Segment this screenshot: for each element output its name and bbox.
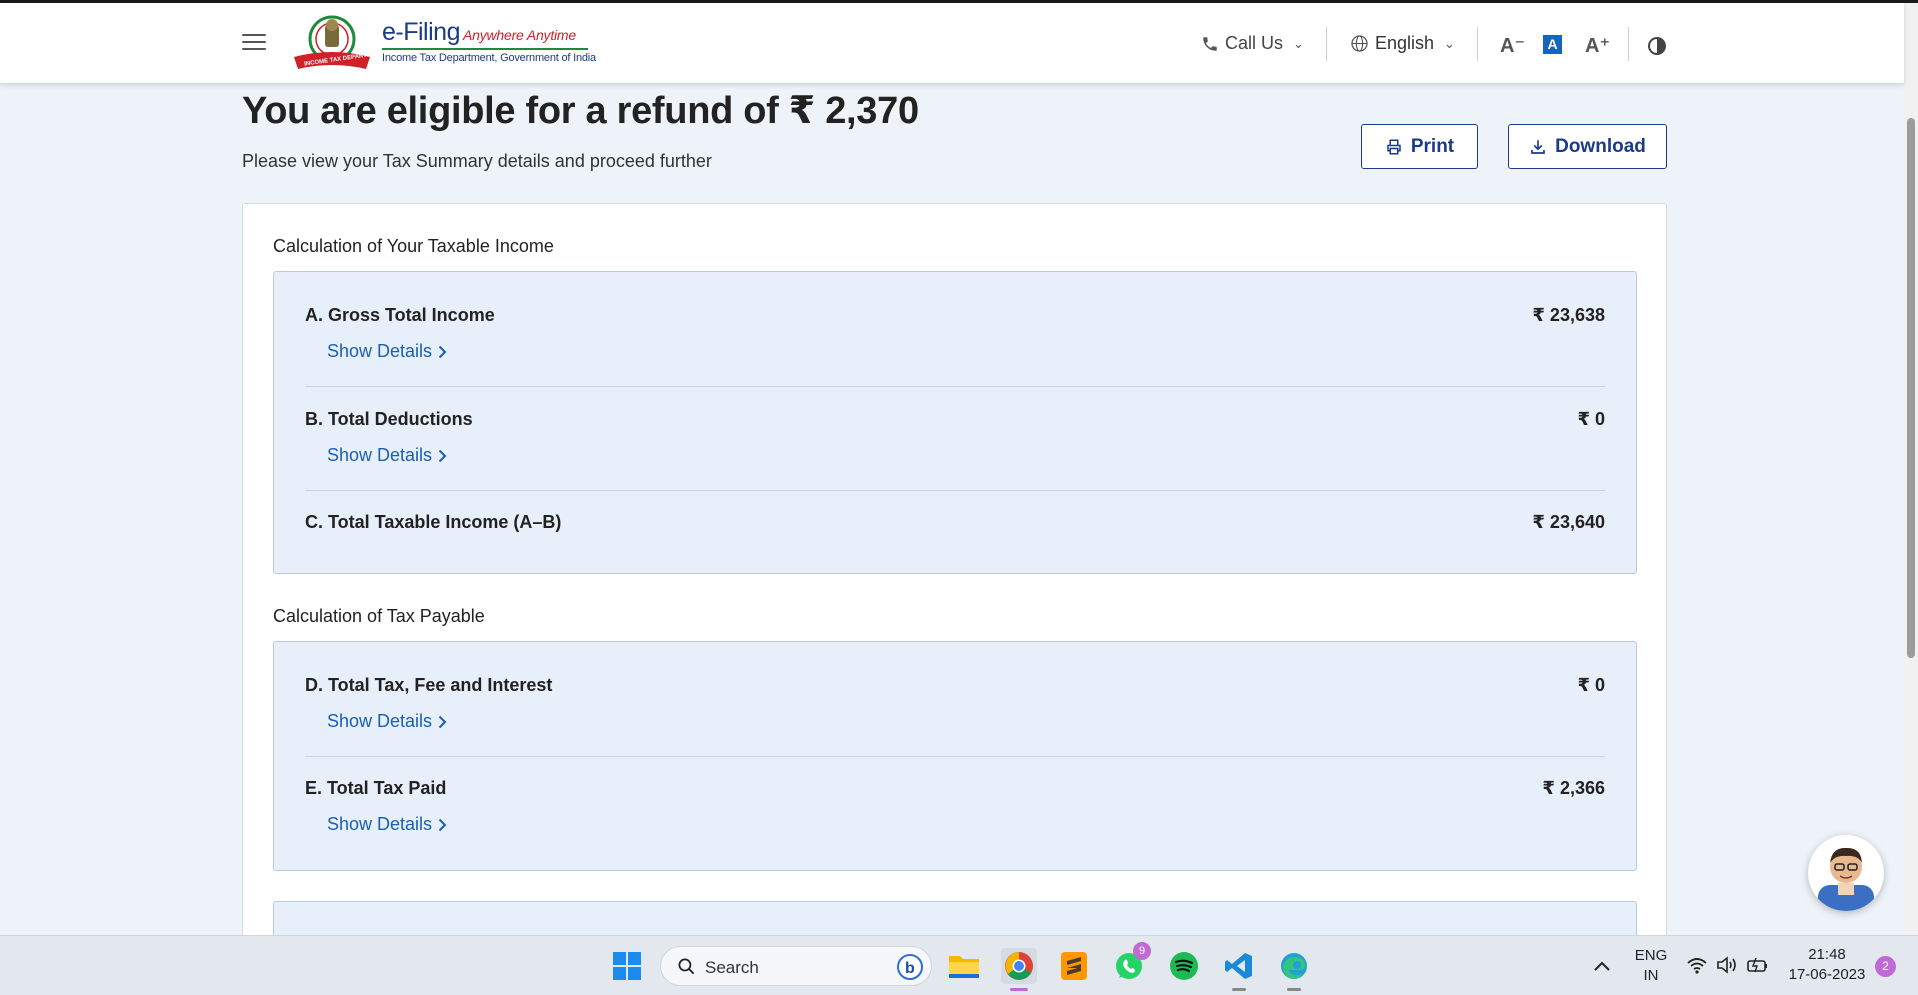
windows-taskbar: Search b 9 ENG IN 21:48 17-06-2023 2 [0,935,1918,995]
tax-section-title: Calculation of Tax Payable [273,606,485,626]
wifi-icon[interactable] [1687,957,1707,974]
row-label: D. Total Tax, Fee and Interest [305,675,553,695]
lang-code: ENG [1634,947,1668,964]
row-label: E. Total Tax Paid [305,778,447,798]
chevron-down-icon: ⌄ [1293,35,1304,51]
taskbar-search-box[interactable]: Search b [660,946,932,986]
brand-subtitle: Income Tax Department, Government of Ind… [382,52,596,64]
row-label: B. Total Deductions [305,409,473,429]
header-separator [1326,27,1327,61]
chevron-right-icon [438,715,447,728]
menu-icon[interactable] [242,34,266,52]
print-label: Print [1410,135,1455,157]
file-explorer-icon[interactable] [946,948,982,984]
show-details-link[interactable]: Show Details [327,445,447,466]
row-divider [305,490,1605,491]
gross-total-income-row: A. Gross Total Income ₹ 23,638 Show Deta… [305,305,1605,365]
header-separator [1628,27,1629,61]
scrollbar-thumb[interactable] [1907,118,1915,658]
download-button[interactable]: Download [1508,124,1667,169]
brand-underline [382,48,588,50]
font-increase-button[interactable]: A⁺ [1585,33,1610,58]
brand-name: e-Filing Anywhere Anytime [382,18,576,46]
spotify-icon[interactable] [1166,948,1202,984]
phone-icon [1203,36,1217,51]
download-icon [1531,139,1545,154]
call-us-dropdown[interactable]: Call Us ⌄ [1201,33,1304,54]
page-scrollbar[interactable] [1904,3,1918,935]
input-language-indicator[interactable]: ENG IN [1634,947,1668,984]
header-separator [1477,27,1478,61]
efiling-logo[interactable]: INCOME TAX DEPARTMENT e-Filing Anywhere A… [292,11,596,75]
search-label: Search [705,958,759,977]
row-divider [305,756,1605,757]
row-value: ₹ 0 [1577,675,1605,695]
chevron-down-icon: ⌄ [1444,35,1455,51]
edge-icon[interactable] [1276,948,1312,991]
whatsapp-badge: 9 [1133,942,1151,960]
chevron-right-icon [438,449,447,462]
tax-panel: D. Total Tax, Fee and Interest ₹ 0 Show … [273,641,1637,871]
tax-summary-card: Calculation of Your Taxable Income A. Gr… [242,203,1667,943]
chrome-icon[interactable] [1001,948,1037,991]
font-default-button[interactable]: A [1543,35,1562,54]
row-value: ₹ 0 [1577,409,1605,429]
print-button[interactable]: Print [1361,124,1478,169]
download-label: Download [1555,135,1646,157]
sublime-text-icon[interactable] [1056,948,1092,984]
clock-date: 17-06-2023 [1788,966,1866,983]
show-details-link[interactable]: Show Details [327,814,447,835]
windows-start-icon[interactable] [609,948,645,984]
total-tax-paid-row: E. Total Tax Paid ₹ 2,366 Show Details [305,778,1605,838]
language-dropdown[interactable]: English ⌄ [1350,33,1455,54]
brand-tagline: Anywhere Anytime [462,27,576,43]
show-details-link[interactable]: Show Details [327,341,447,362]
total-deductions-row: B. Total Deductions ₹ 0 Show Details [305,409,1605,469]
svg-text:b: b [905,960,915,977]
whatsapp-icon[interactable]: 9 [1111,942,1151,984]
show-details-link[interactable]: Show Details [327,711,447,732]
assistant-avatar-icon [1818,847,1874,911]
contrast-toggle-icon[interactable] [1648,37,1666,55]
chatbot-avatar-button[interactable] [1808,835,1884,911]
row-value: ₹ 23,640 [1532,512,1605,532]
bing-icon: b [897,954,923,980]
volume-icon[interactable] [1716,956,1738,974]
total-tax-fee-interest-row: D. Total Tax, Fee and Interest ₹ 0 Show … [305,675,1605,735]
font-decrease-button[interactable]: A⁻ [1500,33,1525,58]
page-title: You are eligible for a refund of ₹ 2,370 [242,90,919,132]
vscode-icon[interactable] [1221,948,1257,991]
running-indicator [1287,988,1301,991]
income-section-title: Calculation of Your Taxable Income [273,236,554,256]
row-label: A. Gross Total Income [305,305,495,325]
income-panel: A. Gross Total Income ₹ 23,638 Show Deta… [273,271,1637,574]
call-us-label: Call Us [1225,33,1284,53]
language-label: English [1375,33,1435,53]
page-subtitle: Please view your Tax Summary details and… [242,151,712,171]
clock[interactable]: 21:48 17-06-2023 [1782,946,1872,983]
running-indicator [1232,988,1246,991]
notification-count-badge[interactable]: 2 [1875,956,1896,977]
row-divider [305,386,1605,387]
chevron-right-icon [438,345,447,358]
printer-icon [1387,139,1401,154]
row-value: ₹ 2,366 [1542,778,1605,798]
chevron-right-icon [438,818,447,831]
battery-icon[interactable] [1747,957,1769,973]
active-indicator [1010,988,1028,991]
show-hidden-icons-chevron-up-icon[interactable] [1584,948,1620,984]
region-code: IN [1643,967,1659,984]
row-label: C. Total Taxable Income (A–B) [305,512,562,532]
clock-time: 21:48 [1808,946,1846,963]
row-value: ₹ 23,638 [1532,305,1605,325]
site-header: INCOME TAX DEPARTMENT e-Filing Anywhere A… [0,3,1904,83]
globe-icon [1351,35,1368,52]
search-icon [678,958,695,975]
total-taxable-income-row: C. Total Taxable Income (A–B) ₹ 23,640 [305,512,1605,536]
